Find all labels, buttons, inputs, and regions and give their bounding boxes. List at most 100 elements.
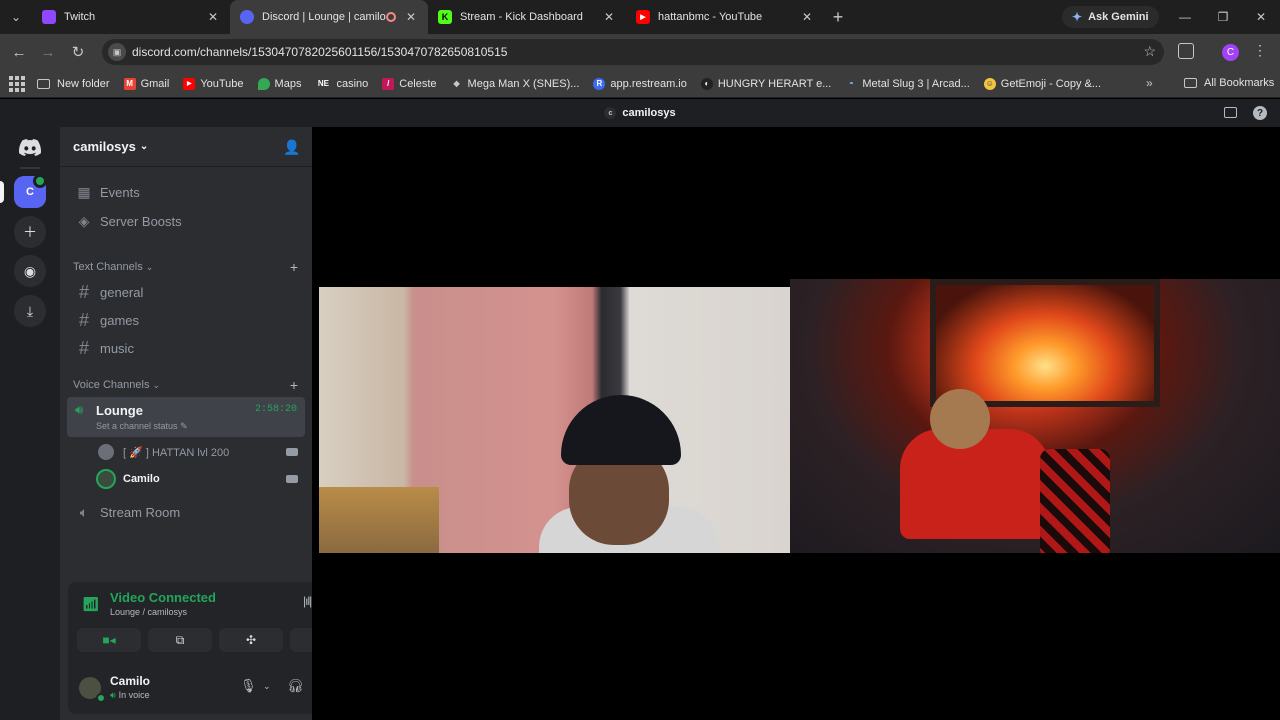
microphone-icon[interactable]: 🎙︎ (240, 678, 257, 694)
video-figure (930, 389, 990, 449)
activities-button[interactable]: ✣ (219, 628, 283, 652)
bookmark-label: casino (336, 77, 369, 90)
discord-home-icon[interactable] (14, 131, 46, 163)
participant-video (469, 387, 719, 553)
gemini-label: Ask Gemini (1088, 11, 1149, 23)
bookmark-celeste[interactable]: / Celeste (382, 77, 437, 90)
restore-icon[interactable]: ❐ (1204, 0, 1242, 34)
all-bookmarks-button[interactable]: All Bookmarks (1184, 77, 1274, 89)
server-header[interactable]: camilosys ⌄ (60, 127, 312, 167)
video-tile-camilo[interactable] (319, 287, 790, 553)
voice-channel-lounge[interactable]: 🔊︎ Lounge 2:58:20 Set a channel status ✎ (67, 397, 305, 437)
server-boosts-item[interactable]: ◈ Server Boosts (68, 208, 304, 234)
hashtag-icon: # (78, 281, 89, 302)
ask-gemini-button[interactable]: ✦ Ask Gemini (1062, 6, 1159, 28)
profile-avatar[interactable]: C (1222, 44, 1239, 61)
user-name[interactable]: Camilo (110, 674, 150, 688)
video-tile-hattan[interactable] (790, 279, 1280, 553)
apps-grid-icon[interactable] (9, 75, 25, 92)
bookmark-casino[interactable]: NE casino (315, 78, 368, 90)
more-bookmarks-icon[interactable]: » (1146, 76, 1153, 90)
connection-status[interactable]: Video Connected (110, 590, 216, 605)
invite-user-icon[interactable]: 👤 (283, 139, 300, 156)
create-channel-icon[interactable]: + (290, 377, 298, 393)
tab-title: Twitch (64, 11, 96, 23)
bookmark-maps[interactable]: Maps (257, 77, 301, 90)
channel-games[interactable]: # games (68, 307, 304, 333)
bookmark-label: YouTube (200, 77, 244, 90)
channel-label: games (100, 312, 140, 328)
events-item[interactable]: ▦ Events (68, 179, 304, 205)
tab-twitch[interactable]: Twitch ✕ (32, 0, 230, 34)
bookmark-metal-slug[interactable]: ◓ Metal Slug 3 | Arcad... (845, 78, 970, 90)
voice-channel-stream-room[interactable]: 🔈︎ Stream Room (68, 499, 304, 525)
bookmark-label: Celeste (399, 77, 437, 90)
screen-share-icon: ⧉ (175, 632, 185, 647)
close-window-icon[interactable]: ✕ (1242, 0, 1280, 34)
bookmark-getemoji[interactable]: ☺ GetEmoji - Copy &... (983, 77, 1101, 90)
tab-search-icon[interactable]: ⌄ (0, 0, 32, 34)
bookmark-label: Mega Man X (SNES)... (467, 77, 580, 90)
fireplace-screen (930, 279, 1160, 407)
maps-pin-icon (257, 77, 270, 90)
close-tab-icon[interactable]: ✕ (602, 10, 616, 24)
close-tab-icon[interactable]: ✕ (206, 10, 220, 24)
address-bar[interactable]: ▣ discord.com/channels/15304707820256011… (102, 39, 1164, 65)
minimize-icon[interactable]: — (1166, 0, 1204, 34)
user-status: 🔊︎ In voice (110, 690, 150, 701)
category-voice-channels[interactable]: Voice Channels ⌄ + (73, 377, 298, 393)
speaker-icon: 🔈︎ (79, 503, 89, 520)
connection-location[interactable]: Lounge / camilosys (110, 607, 187, 617)
tab-youtube[interactable]: ▶ hattanbmc - YouTube ✕ (626, 0, 824, 34)
video-stage (312, 127, 1280, 720)
download-apps-icon[interactable]: ⤓ (14, 295, 46, 327)
pencil-icon: ✎ (180, 421, 188, 431)
signal-icon[interactable]: 📶︎ (82, 596, 100, 613)
bookmark-youtube[interactable]: ▶ YouTube (183, 77, 244, 90)
camera-toggle-button[interactable]: ■◂ (77, 628, 141, 652)
extensions-icon[interactable] (1178, 43, 1194, 59)
category-label: Text Channels (73, 261, 143, 273)
new-tab-button[interactable]: + (824, 0, 852, 34)
hashtag-icon: # (78, 309, 89, 330)
channel-status-text: Set a channel status (96, 421, 178, 431)
chevron-down-icon: ⌄ (152, 379, 160, 390)
menu-kebab-icon[interactable]: ⋮ (1253, 42, 1267, 59)
bookmark-gmail[interactable]: M Gmail (123, 77, 170, 90)
close-tab-icon[interactable]: ✕ (800, 10, 814, 24)
restream-icon: R (593, 77, 606, 90)
help-icon[interactable]: ? (1253, 106, 1267, 120)
back-icon[interactable]: ← (9, 42, 29, 62)
forward-icon[interactable]: → (38, 42, 58, 62)
bookmark-megaman[interactable]: ◆ Mega Man X (SNES)... (451, 77, 580, 90)
tab-kick[interactable]: K Stream - Kick Dashboard ✕ (428, 0, 626, 34)
voice-user-camilo[interactable]: Camilo (96, 467, 304, 491)
category-text-channels[interactable]: Text Channels ⌄ + (73, 259, 298, 275)
bookmark-star-icon[interactable]: ☆ (1143, 43, 1156, 60)
add-server-icon[interactable]: ＋ (14, 216, 46, 248)
screen-share-button[interactable]: ⧉ (148, 628, 212, 652)
voice-channel-name: Lounge (96, 403, 143, 418)
url-text[interactable]: discord.com/channels/1530470782025601156… (132, 45, 507, 59)
site-info-icon[interactable]: ▣ (108, 43, 126, 61)
voice-user-hattan[interactable]: [ 🚀 ] HATTAN lvl 200 (96, 440, 304, 464)
channel-general[interactable]: # general (68, 279, 304, 305)
bookmark-new-folder[interactable]: New folder (37, 78, 110, 90)
inbox-icon[interactable] (1224, 107, 1237, 118)
tab-discord[interactable]: Discord | Lounge | camilosy ✕ (230, 0, 428, 34)
discover-compass-icon[interactable]: ◉ (14, 255, 46, 287)
voice-user-name: Camilo (123, 473, 160, 485)
discord-title-bar: c camilosys ? (0, 99, 1280, 127)
close-tab-icon[interactable]: ✕ (404, 10, 418, 24)
channel-status[interactable]: Set a channel status ✎ (96, 421, 188, 432)
reload-icon[interactable]: ↻ (68, 42, 88, 62)
headphones-icon[interactable]: 🎧︎ (287, 678, 304, 694)
bookmark-restream[interactable]: Rapp.restream.io (593, 77, 687, 90)
bookmark-hungry-herart[interactable]: ◐ HUNGRY HERART e... (700, 77, 831, 90)
window-title: camilosys (622, 107, 676, 119)
bookmark-label: Gmail (140, 77, 170, 90)
channel-music[interactable]: # music (68, 335, 304, 361)
create-channel-icon[interactable]: + (290, 259, 298, 275)
chevron-down-icon[interactable]: ⌄ (263, 681, 271, 692)
tab-title: hattanbmc - YouTube (658, 11, 763, 23)
